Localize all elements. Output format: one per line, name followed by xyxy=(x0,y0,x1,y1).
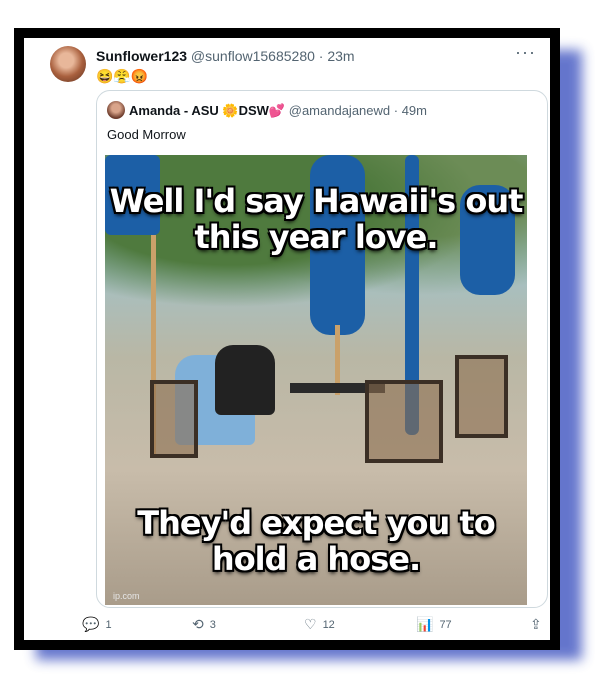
action-bar: 💬 1 ⟲ 3 ♡ 12 📊 77 ⇪ xyxy=(82,616,550,636)
timestamp[interactable]: · 23m xyxy=(319,48,355,64)
avatar[interactable] xyxy=(50,46,86,82)
more-options-icon[interactable]: ··· xyxy=(515,42,536,63)
meme-top-caption: Well I'd say Hawaii's out this year love… xyxy=(109,182,524,256)
like-button[interactable]: ♡ 12 xyxy=(304,616,335,633)
share-button[interactable]: ⇪ xyxy=(530,616,542,633)
reply-button[interactable]: 💬 1 xyxy=(82,616,112,633)
patio-chair xyxy=(150,380,198,458)
screenshot-frame: Sunflower123 @sunflow15685280 · 23m ··· … xyxy=(14,28,560,650)
views-count: 77 xyxy=(439,618,452,631)
views-icon: 📊 xyxy=(416,616,434,632)
quoted-header: Amanda - ASU 🌼DSW💕 @amandajanewd · 49m xyxy=(129,103,427,119)
reply-count: 1 xyxy=(105,618,112,631)
meme-bottom-caption: They'd expect you to hold a hose. xyxy=(137,504,495,578)
tweet-card: Sunflower123 @sunflow15685280 · 23m ··· … xyxy=(24,38,550,640)
quoted-tweet[interactable]: Amanda - ASU 🌼DSW💕 @amandajanewd · 49m G… xyxy=(96,90,548,608)
user-handle[interactable]: @sunflow15685280 xyxy=(191,48,315,64)
watermark: ip.com xyxy=(113,591,140,601)
share-icon: ⇪ xyxy=(530,616,542,632)
quoted-timestamp: · 49m xyxy=(393,103,427,118)
woman-figure xyxy=(215,345,275,415)
patio-chair xyxy=(365,380,443,463)
tweet-header: Sunflower123 @sunflow15685280 · 23m xyxy=(96,48,355,64)
retweet-count: 3 xyxy=(209,618,216,631)
quoted-display-name: Amanda - ASU 🌼DSW💕 xyxy=(129,103,286,118)
heart-icon: ♡ xyxy=(304,616,317,632)
tweet-text: 😆😤😡 xyxy=(96,68,149,84)
quoted-handle: @amandajanewd xyxy=(288,103,391,118)
meme-image[interactable]: Well I'd say Hawaii's out this year love… xyxy=(105,155,527,605)
display-name[interactable]: Sunflower123 xyxy=(96,48,187,64)
views-button[interactable]: 📊 77 xyxy=(416,616,452,633)
retweet-button[interactable]: ⟲ 3 xyxy=(192,616,216,633)
patio-chair xyxy=(455,355,508,438)
like-count: 12 xyxy=(322,618,335,631)
quoted-avatar xyxy=(107,101,125,119)
reply-icon: 💬 xyxy=(82,616,100,632)
retweet-icon: ⟲ xyxy=(192,616,204,632)
quoted-text: Good Morrow xyxy=(107,127,186,142)
